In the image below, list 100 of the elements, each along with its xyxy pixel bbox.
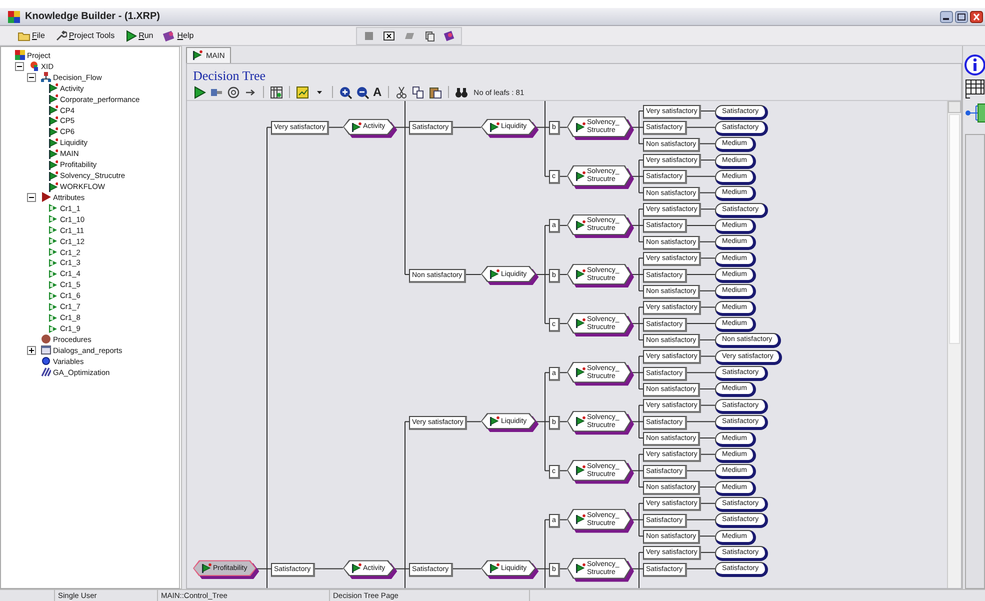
grid-icon[interactable]: [270, 86, 283, 98]
flag-icon: [575, 465, 586, 476]
flag-icon: [489, 122, 500, 133]
stripes-icon: [41, 367, 51, 378]
app-logo-icon: [8, 10, 20, 22]
connector-line: [700, 536, 716, 537]
flag-icon: [351, 122, 362, 133]
flag-icon: [48, 105, 58, 116]
connector-line: [686, 568, 716, 570]
connector-line: [686, 372, 716, 374]
connector-line: [560, 421, 568, 422]
tree-toggle[interactable]: [27, 192, 36, 202]
flag-icon: [489, 269, 500, 280]
menu-item[interactable]: File: [16, 30, 47, 42]
at-icon[interactable]: [227, 86, 240, 98]
connector-line: [560, 323, 568, 324]
connector-line: [700, 143, 716, 144]
flag-icon: [48, 203, 58, 214]
play-icon: [124, 30, 137, 42]
stop-icon[interactable]: [363, 30, 375, 42]
delete-box-icon[interactable]: [383, 30, 395, 42]
scrollbar[interactable]: [947, 101, 961, 588]
circle-icon: [41, 334, 51, 344]
flag-icon: [48, 126, 58, 137]
page-title: Decision Tree: [193, 68, 266, 84]
flag-icon: [48, 214, 58, 224]
menu-item[interactable]: Help: [161, 30, 196, 42]
tree-diagram-icon[interactable]: [964, 102, 985, 124]
binoculars-icon[interactable]: [454, 86, 468, 98]
connector-line: [686, 421, 716, 422]
font-button[interactable]: A: [373, 85, 382, 99]
flag-icon: [351, 563, 362, 574]
connector-line: [700, 339, 716, 340]
scroll-thumb[interactable]: [949, 114, 960, 344]
flag-icon: [48, 138, 58, 148]
pages-icon[interactable]: [423, 30, 435, 42]
flag-icon: [48, 312, 58, 323]
minimize-icon[interactable]: [940, 10, 953, 22]
flag-icon: [489, 416, 500, 428]
tree-toggle[interactable]: [27, 346, 36, 355]
flag-icon: [575, 269, 586, 280]
flag-icon: [48, 280, 58, 290]
connector-line: [686, 274, 716, 275]
book-icon[interactable]: [443, 30, 455, 42]
flag-icon: [48, 247, 58, 258]
folder-icon: [18, 30, 30, 42]
flag-icon: [48, 170, 58, 181]
copy-icon[interactable]: [412, 86, 425, 98]
connector-line: [560, 176, 568, 177]
connector-line: [700, 290, 716, 292]
connector-line: [560, 470, 568, 472]
flag-icon: [575, 122, 586, 133]
table-icon[interactable]: [964, 78, 985, 100]
connector-line: [700, 110, 716, 112]
flag-icon: [48, 302, 58, 312]
paste-icon[interactable]: [428, 86, 442, 98]
menu-item[interactable]: Run: [122, 30, 156, 42]
connector-line: [452, 568, 482, 570]
info-icon[interactable]: [964, 54, 985, 76]
flag-icon: [48, 83, 58, 94]
flag-icon: [48, 258, 58, 268]
tree-toggle[interactable]: [15, 62, 24, 71]
scissors-icon[interactable]: [394, 86, 408, 98]
connector-line: [466, 421, 482, 422]
connector-line: [560, 568, 568, 570]
connector-line: [452, 126, 482, 128]
flag-icon: [48, 236, 58, 246]
flag-icon: [48, 182, 58, 192]
flag-icon: [192, 50, 203, 61]
zoom-in-icon[interactable]: [339, 86, 352, 98]
run-icon[interactable]: [193, 86, 206, 98]
flag-icon: [48, 324, 58, 334]
flag-icon: [48, 268, 58, 279]
flag-icon: [575, 514, 586, 526]
flag-icon: [575, 318, 586, 330]
connector-line: [700, 404, 716, 406]
connector-line: [466, 274, 482, 275]
menu-item[interactable]: Project Tools: [52, 30, 117, 42]
help-book-icon: [163, 30, 176, 42]
connector-line: [560, 519, 568, 520]
project-icon: [15, 50, 25, 60]
connector-line: [700, 502, 716, 504]
triangle-icon: [41, 192, 51, 202]
flag-icon: [48, 148, 58, 159]
flag-icon: [201, 563, 212, 574]
dot-icon: [41, 356, 51, 366]
connector-line: [700, 192, 716, 194]
close-icon[interactable]: [970, 10, 983, 22]
flag-icon: [48, 160, 58, 170]
connector-line: [700, 356, 716, 357]
chart-icon[interactable]: [296, 86, 309, 98]
connector-line: [700, 388, 716, 390]
connector-line: [328, 126, 344, 128]
zoom-out-icon[interactable]: [356, 86, 369, 98]
connector-line: [686, 470, 716, 472]
flag-icon: [48, 94, 58, 104]
connector-line: [686, 126, 716, 128]
connector-line: [700, 208, 716, 210]
maximize-icon[interactable]: [955, 10, 968, 22]
tree-toggle[interactable]: [27, 72, 36, 82]
